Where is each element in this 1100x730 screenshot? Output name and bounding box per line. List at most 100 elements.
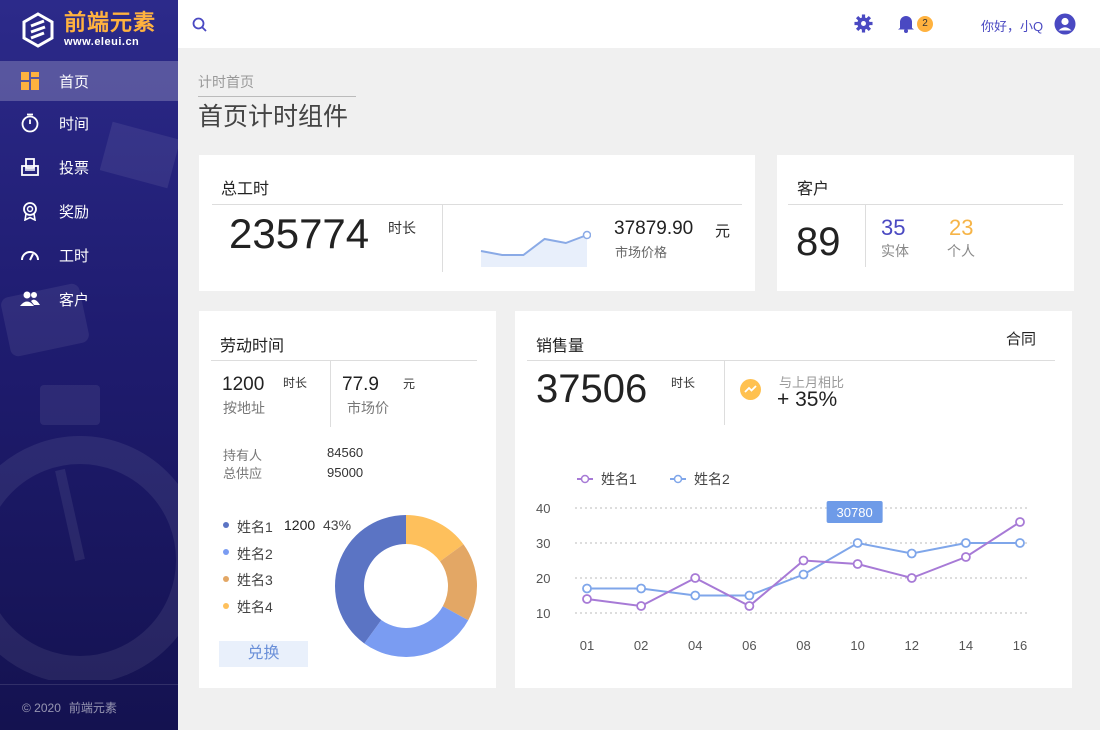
series-point-1[interactable] bbox=[1015, 517, 1025, 527]
series-point-1[interactable] bbox=[582, 594, 592, 604]
card-title: 客户 bbox=[797, 181, 830, 198]
legend-text-1: 姓名1 bbox=[601, 471, 637, 487]
sidebar-item-label: 工时 bbox=[59, 247, 90, 265]
series-point-2[interactable] bbox=[744, 590, 755, 601]
y-tick-label: 30 bbox=[536, 536, 550, 551]
divider bbox=[788, 204, 1063, 205]
award-icon bbox=[23, 202, 37, 221]
stopwatch-decoration-icon bbox=[0, 385, 178, 680]
series-point-2[interactable] bbox=[582, 583, 592, 594]
donut-slice-2[interactable] bbox=[364, 606, 469, 657]
legend-label-1: 姓名1 bbox=[237, 519, 273, 535]
y-tick-label: 10 bbox=[536, 606, 550, 621]
dashboard-icon bbox=[21, 72, 39, 90]
copyright-text: © 2020 bbox=[22, 700, 61, 715]
ballot-box-icon bbox=[21, 158, 39, 176]
sidebar-item-label: 时间 bbox=[59, 115, 90, 133]
x-tick-label: 04 bbox=[688, 638, 702, 653]
x-tick-label: 02 bbox=[634, 638, 648, 653]
series-point-2[interactable] bbox=[636, 583, 647, 594]
x-tick-label: 16 bbox=[1013, 638, 1027, 653]
labor-hours-value: 1200 bbox=[222, 374, 265, 395]
labor-price-value: 77.9 bbox=[342, 374, 379, 395]
divider bbox=[527, 360, 1055, 361]
sparkline-area bbox=[481, 235, 587, 267]
labor-price-unit: 元 bbox=[403, 377, 416, 391]
series-point-1[interactable] bbox=[852, 559, 863, 569]
legend-swatch-2 bbox=[223, 549, 229, 555]
holder-value: 84560 bbox=[327, 445, 364, 460]
sidebar-item-reward[interactable]: 奖励 bbox=[0, 189, 178, 233]
series-point-2[interactable] bbox=[960, 538, 971, 548]
entity-label: 实体 bbox=[881, 243, 909, 259]
divider bbox=[724, 361, 725, 425]
divider bbox=[330, 361, 331, 427]
divider bbox=[442, 205, 443, 272]
entity-count: 35 bbox=[881, 215, 906, 240]
series-point-2[interactable] bbox=[906, 548, 917, 559]
legend-swatch-4 bbox=[223, 603, 229, 609]
envelope-decoration-icon bbox=[100, 121, 178, 189]
gear-icon[interactable] bbox=[854, 14, 873, 33]
supply-label: 总供应 bbox=[223, 466, 263, 481]
x-tick-label: 10 bbox=[850, 638, 864, 653]
series-point-1[interactable] bbox=[636, 601, 647, 611]
legend-swatch-3 bbox=[223, 576, 229, 582]
legend-swatch-1 bbox=[223, 522, 229, 528]
logo-hexagon-icon bbox=[22, 12, 54, 48]
legend-marker-2 bbox=[673, 474, 683, 484]
total-hours-unit: 时长 bbox=[388, 220, 416, 236]
sales-card: 销售量 合同 37506 时长 与上月相比 + 35% 姓名1 姓名2 10 20 30… bbox=[515, 311, 1072, 688]
person-label: 个人 bbox=[947, 243, 975, 259]
series-point-1[interactable] bbox=[906, 573, 917, 583]
search-icon[interactable] bbox=[192, 17, 207, 32]
sidebar-item-label: 投票 bbox=[59, 159, 90, 177]
user-greeting[interactable]: 你好，小Q bbox=[981, 16, 1043, 35]
breadcrumb[interactable]: 计时首页 bbox=[198, 72, 356, 97]
legend-label-4: 姓名4 bbox=[237, 599, 273, 615]
customers-total: 89 bbox=[796, 220, 841, 264]
y-tick-label: 20 bbox=[536, 571, 550, 586]
contract-link[interactable]: 合同 bbox=[1006, 328, 1036, 349]
card-title: 总工时 bbox=[221, 181, 270, 198]
labor-hours-label: 按地址 bbox=[223, 400, 265, 416]
legend-value-1: 1200 bbox=[284, 517, 316, 533]
exchange-button[interactable]: 兑换 bbox=[219, 641, 308, 667]
sales-line-chart: 姓名1 姓名2 10 20 30 40 01 02 04 06 08 10 12 14 16 30780 bbox=[536, 471, 1030, 653]
series-point-1[interactable] bbox=[744, 601, 755, 611]
series-point-2[interactable] bbox=[690, 590, 701, 601]
legend-text-2: 姓名2 bbox=[694, 471, 730, 487]
divider bbox=[865, 205, 866, 267]
divider bbox=[211, 360, 477, 361]
x-tick-label: 01 bbox=[580, 638, 594, 653]
sparkline-chart bbox=[480, 230, 591, 267]
series-point-2[interactable] bbox=[798, 569, 809, 580]
stopwatch-icon bbox=[21, 113, 39, 133]
market-price-unit: 元 bbox=[715, 223, 731, 240]
footer-brand: 前端元素 bbox=[68, 701, 117, 715]
legend-marker-1 bbox=[580, 474, 590, 484]
notification-badge: 2 bbox=[917, 16, 933, 32]
user-avatar-icon[interactable] bbox=[1054, 13, 1076, 35]
bell-icon[interactable] bbox=[897, 14, 915, 33]
donut-slice-1[interactable] bbox=[335, 515, 406, 644]
y-tick-label: 40 bbox=[536, 501, 550, 516]
sales-value: 37506 bbox=[536, 367, 648, 411]
sidebar-item-home[interactable]: 首页 bbox=[0, 61, 178, 101]
total-hours-value: 235774 bbox=[229, 210, 370, 257]
donut-chart bbox=[335, 515, 477, 657]
series-point-1[interactable] bbox=[960, 552, 971, 562]
divider bbox=[212, 204, 742, 205]
series-point-1[interactable] bbox=[690, 573, 701, 583]
total-hours-card: 总工时 235774 时长 37879.90 元 市场价格 bbox=[199, 155, 755, 291]
brand-logo[interactable]: 前端元素 www.eleui.cn bbox=[0, 0, 178, 60]
person-count: 23 bbox=[949, 215, 974, 240]
series-point-2[interactable] bbox=[1015, 538, 1025, 548]
topbar: 2 你好，小Q bbox=[178, 0, 1100, 48]
series-point-2[interactable] bbox=[852, 538, 863, 548]
series-point-1[interactable] bbox=[798, 555, 809, 566]
sidebar-item-label: 首页 bbox=[59, 73, 90, 91]
camera-decoration-icon bbox=[1, 283, 89, 357]
speedometer-icon bbox=[21, 251, 39, 261]
sparkline-endpoint bbox=[582, 230, 591, 240]
